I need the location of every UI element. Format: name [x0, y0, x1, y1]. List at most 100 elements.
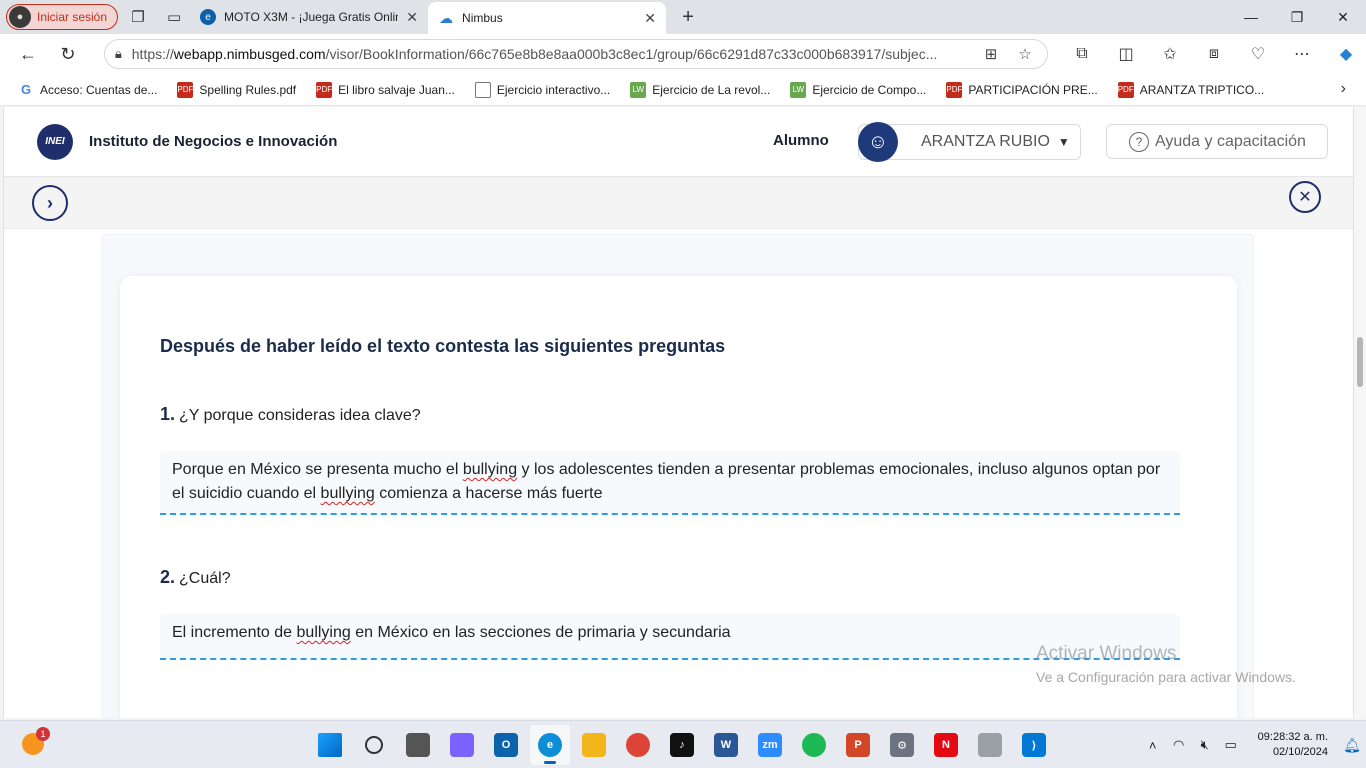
- close-viewer-button[interactable]: ✕: [1289, 181, 1321, 213]
- bookmark-label: Ejercicio de Compo...: [812, 82, 927, 97]
- taskbar-app[interactable]: O: [486, 725, 526, 765]
- taskbar-app[interactable]: ⟩: [1014, 725, 1054, 765]
- bookmark-label: Acceso: Cuentas de...: [40, 82, 158, 97]
- bookmark-item[interactable]: PDF ARANTZA TRIPTICO...: [1110, 77, 1272, 103]
- copilot-icon: [450, 733, 474, 757]
- scrollbar-thumb[interactable]: [1357, 337, 1363, 387]
- question-prompt: ¿Y porque consideras idea clave?: [179, 407, 421, 424]
- back-icon[interactable]: ←: [8, 38, 48, 70]
- activation-watermark-title: Activar Windows: [1036, 643, 1177, 664]
- split-screen-icon[interactable]: ◫: [1106, 38, 1146, 70]
- favorite-star-icon[interactable]: ☆: [1013, 45, 1037, 63]
- taskbar-app[interactable]: [970, 725, 1010, 765]
- new-tab-button[interactable]: +: [672, 4, 704, 30]
- bookmark-item[interactable]: PDF El libro salvaje Juan...: [308, 77, 463, 103]
- expand-sidebar-button[interactable]: ›: [32, 185, 68, 221]
- taskbar-app[interactable]: [618, 725, 658, 765]
- profile-avatar-icon: ●: [9, 6, 31, 28]
- search-icon: [365, 736, 383, 754]
- wifi-icon[interactable]: ◠: [1166, 733, 1192, 757]
- user-name: ARANTZA RUBIO: [921, 133, 1050, 150]
- bookmark-item[interactable]: PDF Spelling Rules.pdf: [169, 77, 304, 103]
- taskbar-app[interactable]: [354, 725, 394, 765]
- smiley-avatar-icon: ☺: [858, 122, 898, 162]
- weather-widget-icon[interactable]: 1: [22, 727, 50, 755]
- google-icon: G: [20, 82, 32, 97]
- clock[interactable]: 09:28:32 a. m. 02/10/2024: [1258, 730, 1328, 760]
- taskbar-app[interactable]: ♪: [662, 725, 702, 765]
- taskbar-app[interactable]: [442, 725, 482, 765]
- url-prefix: https://: [131, 46, 174, 62]
- restore-icon[interactable]: ❐: [1274, 0, 1320, 34]
- taskbar-app[interactable]: zm: [750, 725, 790, 765]
- taskbar-app[interactable]: ⚙: [882, 725, 922, 765]
- app-available-icon[interactable]: ⊞: [979, 45, 1003, 63]
- more-menu-icon[interactable]: ⋯: [1282, 38, 1322, 70]
- taskbar-app[interactable]: [398, 725, 438, 765]
- close-tab-icon[interactable]: ✕: [406, 9, 418, 26]
- tab-actions-icon[interactable]: ▭: [158, 4, 190, 30]
- tab-moto-x3m[interactable]: e MOTO X3M - ¡Juega Gratis Online ✕: [190, 0, 428, 34]
- collections-icon[interactable]: ⧈: [1194, 38, 1234, 70]
- address-bar[interactable]: 🔒︎ https://webapp.nimbusged.com/visor/Bo…: [103, 39, 1048, 69]
- page-scrollbar[interactable]: [1354, 107, 1366, 718]
- help-button[interactable]: ? Ayuda y capacitación: [1106, 124, 1328, 159]
- answer-text: Porque en México se presenta mucho el: [172, 461, 463, 478]
- show-hidden-icons-icon[interactable]: ˄: [1140, 733, 1166, 757]
- browser-essentials-icon[interactable]: ♡: [1238, 38, 1278, 70]
- bookmarks-more-chevron-icon[interactable]: ›: [1341, 80, 1346, 98]
- bookmark-item[interactable]: Ejercicio interactivo...: [467, 77, 618, 103]
- taskbar-app[interactable]: [310, 725, 350, 765]
- taskbar-app[interactable]: [794, 725, 834, 765]
- favorites-icon[interactable]: ✩: [1150, 38, 1190, 70]
- taskbar-app[interactable]: [574, 725, 614, 765]
- answer-1-field[interactable]: Porque en México se presenta mucho el bu…: [160, 451, 1180, 515]
- notifications-bell-icon[interactable]: 🔔︎: [1338, 737, 1366, 754]
- notification-badge: 1: [36, 727, 50, 741]
- close-window-icon[interactable]: ✕: [1320, 0, 1366, 34]
- question-number: 1.: [160, 404, 176, 424]
- chrome-icon: [626, 733, 650, 757]
- zoom-icon: zm: [758, 733, 782, 757]
- answer-text: El incremento de: [172, 624, 297, 641]
- question-icon: ?: [1129, 131, 1149, 152]
- bookmark-item[interactable]: PDF PARTICIPACIÓN PRE...: [938, 77, 1105, 103]
- refresh-icon[interactable]: ↻: [48, 38, 88, 70]
- start-icon: [318, 733, 342, 757]
- extensions-icon[interactable]: ⧉: [1062, 38, 1102, 70]
- misspelled-word: bullying: [296, 624, 351, 641]
- window-controls: — ❐ ✕: [1228, 0, 1366, 34]
- url-text[interactable]: https://webapp.nimbusged.com/visor/BookI…: [132, 46, 969, 62]
- close-tab-icon[interactable]: ✕: [644, 10, 656, 27]
- bookmark-label: PARTICIPACIÓN PRE...: [968, 82, 1098, 97]
- taskbar-app[interactable]: N: [926, 725, 966, 765]
- help-label: Ayuda y capacitación: [1155, 132, 1306, 150]
- settings-icon: ⚙: [890, 733, 914, 757]
- taskbar-app[interactable]: e: [530, 725, 570, 765]
- word-icon: W: [714, 733, 738, 757]
- answer-2-field[interactable]: El incremento de bullying en México en l…: [160, 614, 1180, 660]
- lock-icon[interactable]: 🔒︎: [115, 46, 122, 62]
- profile-button[interactable]: ● Iniciar sesión: [6, 4, 119, 30]
- profile-label: Iniciar sesión: [37, 10, 108, 24]
- bookmark-item[interactable]: G Acceso: Cuentas de...: [10, 77, 165, 103]
- battery-icon[interactable]: ▭: [1218, 733, 1244, 757]
- tab-nimbus[interactable]: ☁ Nimbus ✕: [428, 2, 667, 34]
- bookmark-label: Ejercicio interactivo...: [496, 82, 611, 97]
- workspaces-icon[interactable]: ❐: [122, 4, 154, 30]
- tab-title: MOTO X3M - ¡Juega Gratis Online: [224, 10, 399, 24]
- roblox-icon: [978, 733, 1002, 757]
- activation-watermark-text: Ve a Configuración para activar Windows.: [1036, 669, 1296, 685]
- bookmark-item[interactable]: LW Ejercicio de Compo...: [782, 77, 934, 103]
- volume-muted-icon[interactable]: 🔇︎: [1192, 733, 1218, 757]
- user-menu-button[interactable]: ☺ ARANTZA RUBIO ▼: [858, 122, 1081, 162]
- pdf-icon: PDF: [1117, 81, 1134, 98]
- misspelled-word: bullying: [320, 485, 375, 502]
- pdf-icon: PDF: [316, 81, 333, 98]
- minimize-icon[interactable]: —: [1228, 0, 1274, 34]
- copilot-sidebar-icon[interactable]: ◆: [1326, 38, 1366, 70]
- taskbar-app[interactable]: W: [706, 725, 746, 765]
- bookmark-item[interactable]: LW Ejercicio de La revol...: [622, 77, 778, 103]
- taskbar-app[interactable]: P: [838, 725, 878, 765]
- activity-heading: Después de haber leído el texto contesta…: [160, 336, 726, 356]
